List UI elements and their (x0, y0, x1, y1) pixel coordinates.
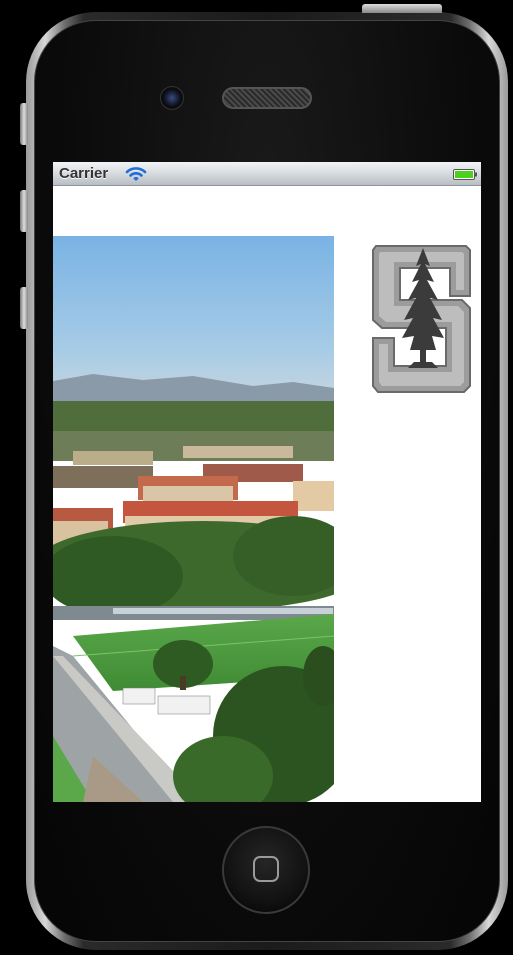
battery-full-icon (453, 169, 477, 180)
status-bar: Carrier (53, 162, 481, 186)
sleep-wake-button[interactable] (362, 4, 442, 13)
app-screen: Carrier (53, 162, 481, 802)
carrier-label: Carrier (59, 165, 109, 182)
volume-down-button[interactable] (20, 287, 28, 329)
home-button-icon[interactable] (222, 826, 310, 914)
wifi-icon (125, 167, 147, 181)
campus-aerial-photo (53, 236, 334, 802)
volume-up-button[interactable] (20, 190, 28, 232)
front-camera-icon (160, 86, 184, 110)
home-square-icon (253, 856, 279, 882)
mute-switch[interactable] (20, 103, 28, 145)
stanford-s-tree-logo (372, 245, 471, 393)
earpiece-speaker-icon (222, 87, 312, 109)
